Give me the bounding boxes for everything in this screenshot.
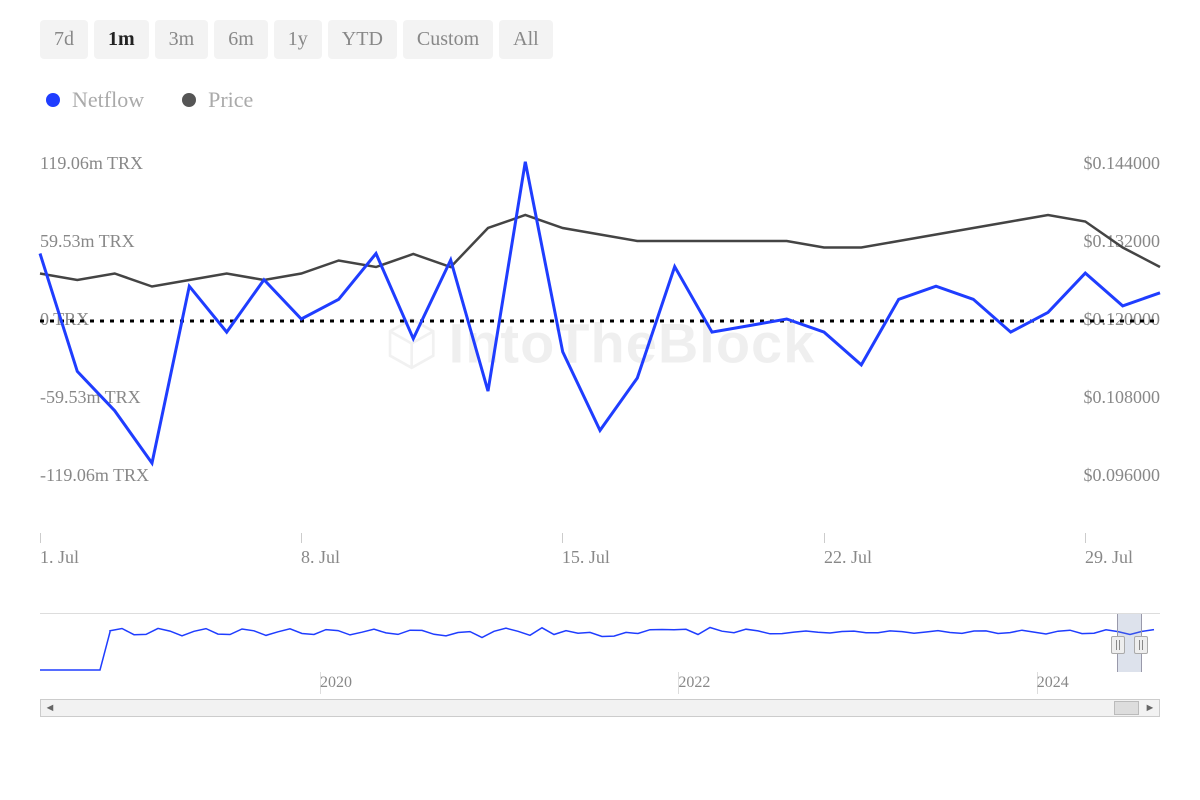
legend-label-netflow: Netflow xyxy=(72,87,144,113)
navigator-line xyxy=(40,628,1154,671)
scroll-right-button[interactable]: ► xyxy=(1141,700,1159,716)
nav-tick-1: 2022 xyxy=(678,674,710,692)
price-series-line xyxy=(40,215,1160,287)
tab-1y[interactable]: 1y xyxy=(274,20,322,59)
nav-tick-2: 2024 xyxy=(1037,674,1069,692)
navigator-svg xyxy=(40,614,1160,672)
nav-tick-0: 2020 xyxy=(320,674,352,692)
x-tick-3: 22. Jul xyxy=(824,547,872,568)
legend-dot-netflow-icon xyxy=(46,93,60,107)
legend-dot-price-icon xyxy=(182,93,196,107)
x-tick-0: 1. Jul xyxy=(40,547,79,568)
x-axis: 1. Jul 8. Jul 15. Jul 22. Jul 29. Jul xyxy=(40,533,1160,573)
tab-1m[interactable]: 1m xyxy=(94,20,149,59)
scroll-thumb[interactable] xyxy=(1114,701,1139,715)
timeframe-tabs: 7d 1m 3m 6m 1y YTD Custom All xyxy=(40,20,1160,59)
navigator-handle-left[interactable] xyxy=(1111,636,1125,654)
x-tick-2: 15. Jul xyxy=(562,547,610,568)
navigator-handle-right[interactable] xyxy=(1134,636,1148,654)
legend-item-netflow[interactable]: Netflow xyxy=(46,87,144,113)
x-tick-4: 29. Jul xyxy=(1085,547,1133,568)
tab-ytd[interactable]: YTD xyxy=(328,20,397,59)
tab-custom[interactable]: Custom xyxy=(403,20,493,59)
navigator-window[interactable] xyxy=(1117,614,1142,672)
legend-item-price[interactable]: Price xyxy=(182,87,253,113)
main-chart[interactable]: IntoTheBlock 119.06m TRX 59.53m TRX 0 TR… xyxy=(40,163,1160,523)
plot-svg xyxy=(40,163,1160,523)
tab-3m[interactable]: 3m xyxy=(155,20,209,59)
tab-all[interactable]: All xyxy=(499,20,553,59)
legend: Netflow Price xyxy=(40,87,1160,113)
x-tick-1: 8. Jul xyxy=(301,547,340,568)
scroll-left-button[interactable]: ◄ xyxy=(41,700,59,716)
navigator-scrollbar[interactable]: ◄ ► xyxy=(40,699,1160,717)
tab-7d[interactable]: 7d xyxy=(40,20,88,59)
legend-label-price: Price xyxy=(208,87,253,113)
netflow-series-line xyxy=(40,162,1160,463)
tab-6m[interactable]: 6m xyxy=(214,20,268,59)
navigator[interactable]: 2020 2022 2024 ◄ ► xyxy=(40,613,1160,697)
